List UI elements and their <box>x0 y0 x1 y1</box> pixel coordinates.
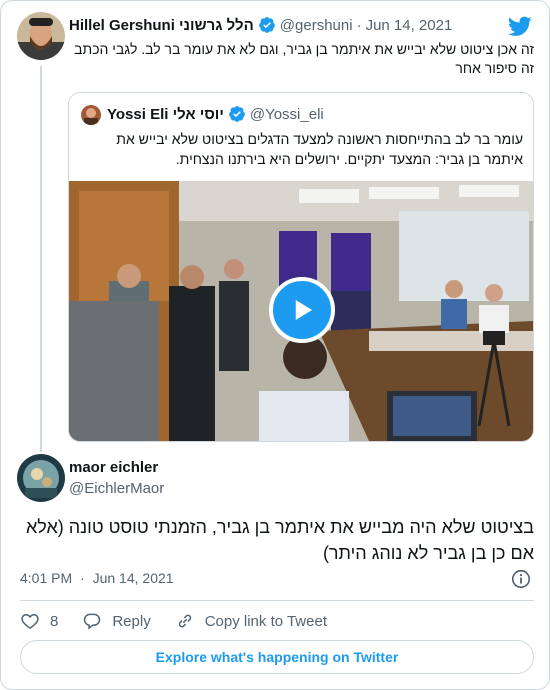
twitter-bird-icon[interactable] <box>508 14 532 38</box>
avatar-gershuni[interactable] <box>17 12 65 60</box>
tweet-time[interactable]: 4:01 PM <box>20 570 72 586</box>
avatar-yossi <box>81 105 101 125</box>
quoted-author-handle: @Yossi_eli <box>249 105 324 123</box>
separator-dot: · <box>356 16 362 34</box>
author-name[interactable]: Hillel Gershuni הלל גרשוני <box>69 17 254 34</box>
link-icon <box>178 614 191 628</box>
eichler-name-block: maor eichler @EichlerMaor <box>69 459 164 498</box>
tweet-timestamp[interactable]: 4:01 PM · Jun 14, 2021 <box>20 570 174 586</box>
separator-dot: · <box>80 570 85 586</box>
author-handle[interactable]: @EichlerMaor <box>69 480 164 498</box>
like-count: 8 <box>50 612 59 630</box>
heart-icon <box>21 613 39 629</box>
author-handle[interactable]: @gershuni <box>280 17 353 34</box>
quoted-tweet-text: עומר בר לב בהתייחסות ראשונה למצעד הדגלים… <box>116 131 523 167</box>
reply-label: Reply <box>112 612 151 630</box>
tweet-date[interactable]: Jun 14, 2021 <box>366 17 453 34</box>
quoted-name-row: Yossi Eli יוסי אלי @Yossi_eli <box>107 105 324 123</box>
play-icon <box>295 300 312 320</box>
copy-link-label: Copy link to Tweet <box>204 612 327 630</box>
divider <box>20 600 534 601</box>
quoted-tweet[interactable]: Yossi Eli יוסי אלי @Yossi_eli עומר בר לב… <box>68 92 534 442</box>
like-button[interactable]: 8 <box>20 611 58 631</box>
reply-button[interactable]: Reply <box>82 611 151 631</box>
author-name[interactable]: maor eichler <box>69 459 164 477</box>
reply-icon <box>84 613 101 630</box>
quoted-author-name: Yossi Eli יוסי אלי <box>107 105 224 123</box>
copy-link-button[interactable]: Copy link to Tweet <box>175 611 327 631</box>
play-button[interactable] <box>269 277 335 343</box>
tweet-date[interactable]: Jun 14, 2021 <box>93 570 174 586</box>
gershuni-name-row: Hillel Gershuni הלל גרשוני @gershuni · J… <box>69 16 452 34</box>
verified-badge-icon <box>228 106 245 122</box>
avatar-eichler[interactable] <box>17 454 65 502</box>
verified-badge-icon <box>258 17 275 33</box>
tweet-text: בציטוט שלא היה מבייש את איתמר בן גביר, ה… <box>25 517 534 563</box>
info-icon[interactable] <box>510 568 532 590</box>
explore-twitter-button[interactable]: Explore what's happening on Twitter <box>20 640 534 674</box>
tweet-text: זה אכן ציטוט שלא יבייש את איתמר בן גביר,… <box>74 41 534 76</box>
action-bar: 8 Reply Copy link to Tweet <box>20 608 351 634</box>
video-thumbnail[interactable] <box>69 181 533 441</box>
thread-connector <box>40 66 42 452</box>
